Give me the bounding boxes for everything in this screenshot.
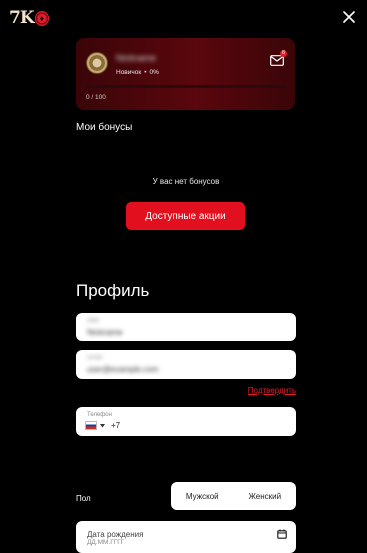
bonuses-empty-text: У вас нет бонусов (152, 177, 220, 186)
avatar-coin-icon (86, 52, 108, 74)
gender-toggle: Мужской Женский (171, 482, 296, 510)
level-row: Новичок • 0% (116, 69, 159, 76)
bonuses-title: Мои бонусы (76, 122, 133, 133)
logo-text: 7K (9, 8, 35, 28)
gender-female-option[interactable]: Женский (248, 492, 281, 501)
gender-male-option[interactable]: Мужской (186, 492, 219, 501)
level-progress-bar (86, 85, 286, 88)
birth-date-field[interactable]: Дата рождения ДД.ММ.ГГГГ (76, 521, 296, 553)
phone-country-select[interactable]: +7 (85, 421, 120, 430)
level-name: Новичок (116, 69, 142, 76)
available-promotions-button[interactable]: Доступные акции (126, 202, 245, 230)
level-separator: • (144, 69, 147, 76)
username: Nickname (116, 53, 157, 63)
modal-content[interactable]: Nickname Новичок • 0% 8 0 / 100 Мои бону… (76, 38, 296, 553)
phone-label: Телефон (87, 412, 112, 418)
close-button[interactable] (338, 6, 360, 28)
status-card: Nickname Новичок • 0% 8 0 / 100 (76, 38, 295, 110)
phone-code: +7 (111, 421, 121, 430)
name-field[interactable]: Имя Nickname (76, 313, 296, 341)
email-field[interactable]: Email user@example.com (76, 350, 296, 379)
name-label: Имя (87, 318, 99, 324)
close-icon (343, 11, 355, 23)
mail-badge: 8 (280, 50, 287, 57)
level-percent: 0% (149, 69, 159, 76)
logo[interactable]: 7K ♦ (9, 7, 49, 29)
birth-date-label: Дата рождения (87, 530, 144, 539)
gender-label: Пол (76, 494, 91, 503)
poker-chip-icon: ♦ (34, 10, 49, 26)
email-label: Email (87, 355, 103, 361)
profile-modal: 7K ♦ Nickname Новичок • 0% 8 0 / 100 Мои… (0, 0, 367, 553)
email-value: user@example.com (87, 365, 159, 374)
calendar-icon[interactable] (277, 529, 287, 539)
confirm-email-link[interactable]: Подтвердить (248, 386, 296, 395)
chevron-down-icon (100, 423, 105, 427)
profile-title: Профиль (76, 281, 150, 300)
progress-text: 0 / 100 (86, 94, 106, 101)
birth-date-placeholder: ДД.ММ.ГГГГ (87, 539, 125, 546)
russia-flag-icon (85, 421, 97, 430)
phone-field[interactable]: Телефон +7 (76, 407, 296, 436)
name-value: Nickname (87, 328, 123, 337)
